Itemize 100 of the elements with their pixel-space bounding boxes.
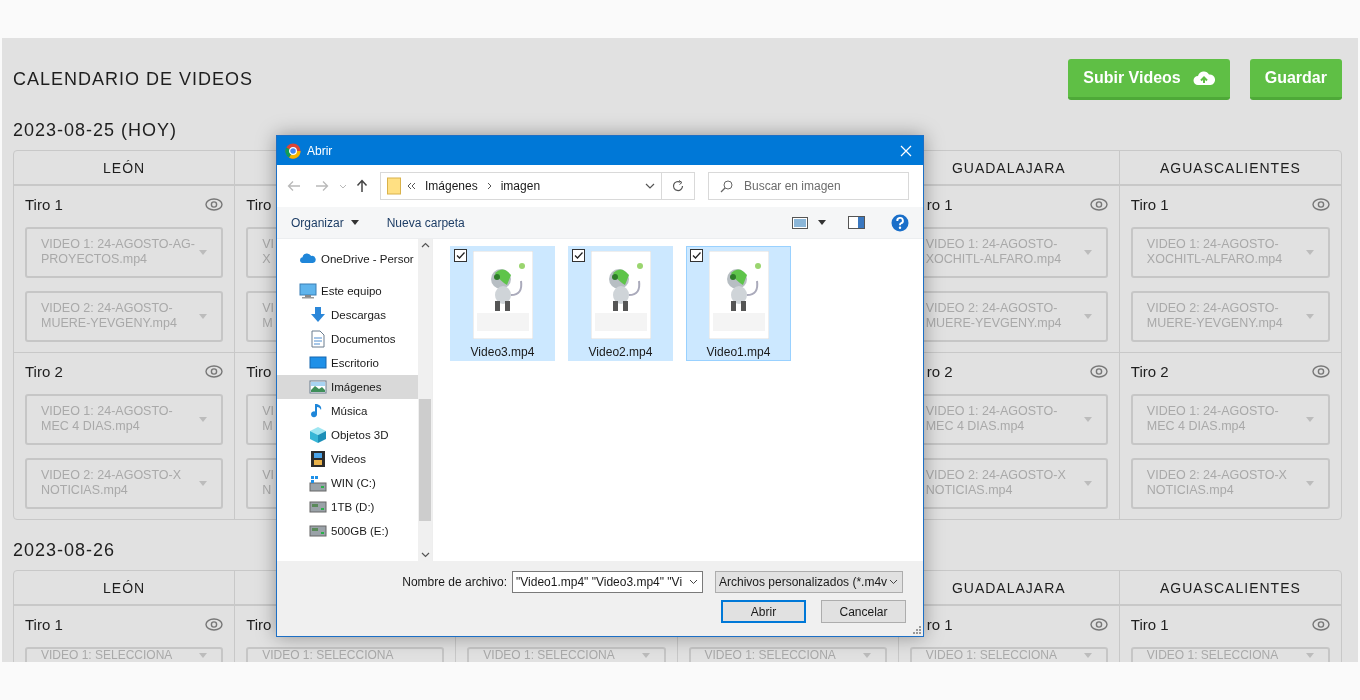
shot-title: Tiro [246, 195, 272, 213]
caret-icon [199, 481, 208, 486]
new-folder-button[interactable]: Nueva carpeta [380, 212, 471, 233]
breadcrumb[interactable]: Imágenes [425, 179, 478, 193]
forward-arrow-icon[interactable] [315, 180, 329, 192]
back-arrow-icon[interactable] [287, 180, 301, 192]
file-item[interactable]: Video3.mp4 [450, 246, 555, 361]
nav-item[interactable]: Documentos [277, 327, 418, 351]
download-icon [309, 306, 327, 324]
computer-icon [299, 282, 317, 300]
shot-title: ro 2 [926, 362, 953, 380]
nav-item[interactable]: Videos [277, 447, 418, 471]
shot-title: ro 1 [926, 195, 953, 213]
open-button[interactable]: Abrir [721, 600, 806, 623]
caret-icon [1306, 250, 1314, 255]
chevron-down-icon [689, 579, 698, 585]
eye-icon[interactable] [205, 197, 224, 211]
chevron-down-icon [889, 579, 898, 585]
nav-item[interactable]: OneDrive - Persor [277, 247, 418, 271]
close-icon[interactable] [900, 144, 912, 157]
caret-icon [862, 653, 871, 658]
search-field[interactable]: Buscar en imagen [708, 172, 909, 200]
shot-title: Tiro [246, 615, 272, 633]
caret-icon[interactable] [818, 220, 826, 225]
app-icon [285, 142, 301, 159]
help-icon[interactable] [891, 213, 909, 232]
caret-icon [350, 220, 359, 225]
eye-icon[interactable] [1312, 197, 1330, 211]
file-item[interactable]: Video1.mp4 [686, 246, 791, 361]
double-chevron-icon [407, 182, 416, 190]
eye-icon[interactable] [205, 617, 224, 631]
caret-icon [1306, 314, 1314, 319]
address-bar[interactable]: Imágenes imagen [380, 172, 662, 200]
pictures-icon [309, 378, 327, 396]
column-header: AGUASCALIENTES [1160, 579, 1301, 596]
nav-item[interactable]: Escritorio [277, 351, 418, 375]
caret-icon [1083, 653, 1092, 658]
shot-title: Tiro 1 [25, 615, 63, 633]
shot-title: Tiro 1 [25, 195, 63, 213]
checkbox[interactable] [572, 249, 585, 262]
caret-icon [1083, 481, 1092, 486]
film-icon [309, 450, 327, 468]
caret-icon [1083, 250, 1092, 255]
cube-icon [309, 426, 327, 444]
dialog-title: Abrir [307, 143, 334, 158]
desktop-icon [309, 354, 327, 372]
document-icon [309, 330, 327, 348]
nav-item[interactable]: WIN (C:) [277, 471, 418, 495]
chevron-down-icon[interactable] [645, 183, 655, 189]
nav-item[interactable]: Imágenes [277, 375, 418, 399]
preview-pane-icon[interactable] [848, 216, 865, 229]
shot-title: Tiro 2 [25, 362, 63, 380]
shot-title: Tiro 2 [1130, 362, 1169, 380]
search-icon [720, 180, 733, 193]
scrollbar-thumb[interactable] [419, 399, 431, 521]
eye-icon[interactable] [1089, 364, 1108, 378]
drive-icon [309, 522, 327, 540]
file-item[interactable]: Video2.mp4 [568, 246, 673, 361]
filename-field[interactable]: "Video1.mp4" "Video3.mp4" "Vi [512, 571, 703, 593]
caret-icon [1083, 417, 1092, 422]
caret-icon [1306, 653, 1314, 658]
date-heading: 2023-08-26 [13, 539, 116, 562]
column-header: GUADALAJARA [951, 159, 1066, 176]
eye-icon[interactable] [1312, 364, 1330, 378]
up-arrow-icon[interactable] [356, 179, 368, 193]
filetype-dropdown[interactable]: Archivos personalizados (*.m4v [715, 571, 903, 593]
refresh-button[interactable] [662, 172, 695, 200]
nav-item[interactable]: 500GB (E:) [277, 519, 418, 543]
column-header: LEÓN [103, 159, 146, 176]
caret-icon [199, 314, 208, 319]
date-heading: 2023-08-25 (HOY) [13, 119, 178, 142]
caret-icon [199, 653, 208, 658]
checkbox[interactable] [454, 249, 467, 262]
nav-item[interactable]: Descargas [277, 303, 418, 327]
organize-menu[interactable]: Organizar [285, 212, 365, 233]
caret-icon [1306, 417, 1314, 422]
nav-item[interactable]: 1TB (D:) [277, 495, 418, 519]
folder-icon [387, 177, 401, 195]
eye-icon[interactable] [1089, 617, 1108, 631]
column-header: GUADALAJARA [951, 579, 1066, 596]
refresh-icon [672, 180, 684, 192]
eye-icon[interactable] [205, 364, 224, 378]
nav-item[interactable]: Objetos 3D [277, 423, 418, 447]
view-icon[interactable] [792, 216, 808, 229]
nav-item[interactable]: Este equipo [277, 279, 418, 303]
resize-grip-icon[interactable] [912, 625, 921, 634]
chevron-up-icon[interactable] [420, 242, 430, 248]
page-title: CALENDARIO DE VIDEOS [13, 69, 254, 90]
column-header: LEÓN [103, 579, 146, 596]
checkbox[interactable] [690, 249, 703, 262]
breadcrumb[interactable]: imagen [500, 179, 541, 193]
chevron-down-icon[interactable] [420, 552, 430, 558]
eye-icon[interactable] [1312, 617, 1330, 631]
drive-icon [309, 498, 327, 516]
field-label: Nombre de archivo: [401, 575, 508, 589]
shot-title: ro 1 [926, 615, 953, 633]
nav-item[interactable]: Música [277, 399, 418, 423]
cancel-button[interactable]: Cancelar [821, 600, 906, 623]
caret-icon [1083, 314, 1092, 319]
eye-icon[interactable] [1089, 197, 1108, 211]
